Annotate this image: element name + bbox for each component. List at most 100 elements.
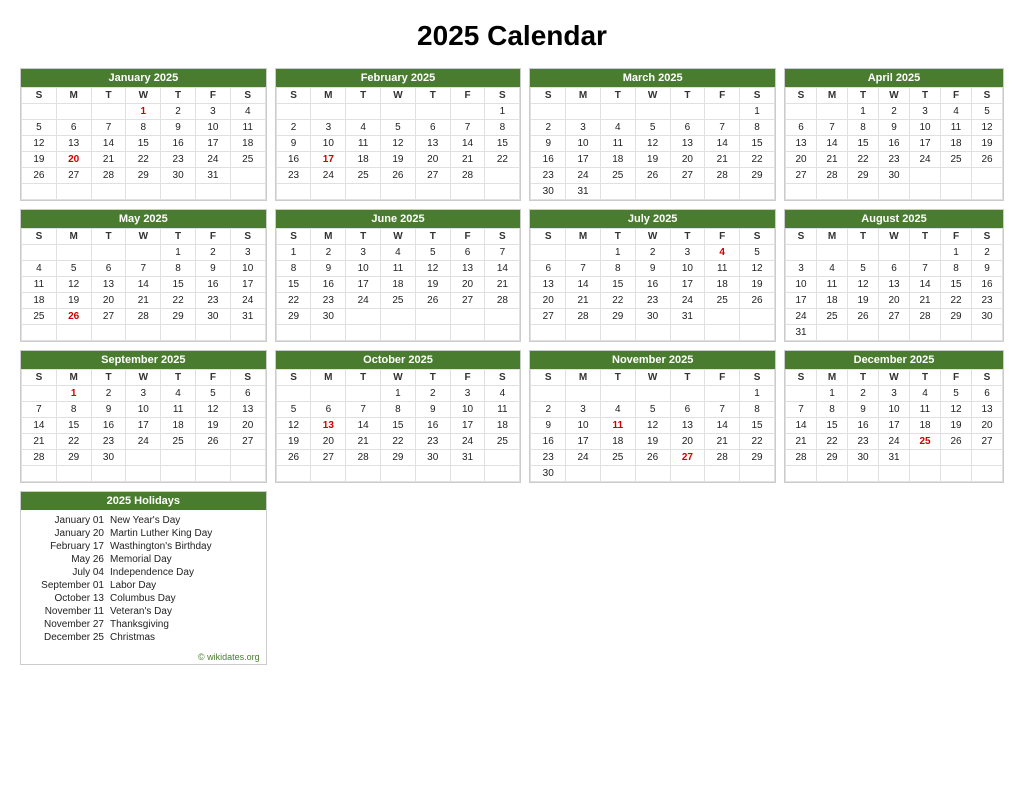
cal-cell: 2 (972, 245, 1003, 261)
cal-cell: 21 (786, 434, 817, 450)
cal-cell: 23 (195, 293, 230, 309)
cal-cell: 15 (126, 136, 161, 152)
cal-cell: 13 (311, 418, 346, 434)
cal-cell (972, 325, 1003, 341)
calendar-month: November 2025SMTWTFS12345678910111213141… (529, 350, 776, 483)
cal-cell: 20 (450, 277, 485, 293)
cal-cell (161, 450, 196, 466)
cal-cell: 4 (705, 245, 740, 261)
cal-cell (941, 450, 972, 466)
cal-cell: 2 (161, 104, 196, 120)
cal-cell: 15 (485, 136, 520, 152)
cal-cell (276, 386, 311, 402)
day-header: M (56, 370, 91, 386)
cal-cell: 7 (786, 402, 817, 418)
cal-cell: 16 (276, 152, 311, 168)
cal-cell: 15 (740, 136, 775, 152)
footer-credit: © wikidates.org (21, 648, 266, 664)
holiday-item: January 01New Year's Day (29, 514, 258, 527)
cal-cell (22, 325, 57, 341)
day-header: M (311, 370, 346, 386)
cal-cell (485, 325, 520, 341)
cal-cell: 15 (381, 418, 416, 434)
cal-cell: 22 (381, 434, 416, 450)
cal-cell: 7 (346, 402, 381, 418)
day-header: S (972, 370, 1003, 386)
cal-cell: 29 (161, 309, 196, 325)
day-header: W (381, 370, 416, 386)
cal-cell: 20 (230, 418, 265, 434)
cal-cell (450, 104, 485, 120)
cal-cell: 8 (56, 402, 91, 418)
cal-cell: 11 (22, 277, 57, 293)
holiday-item: January 20Martin Luther King Day (29, 527, 258, 540)
cal-table: SMTWTFS123456789101112131415161718192021… (276, 369, 521, 482)
cal-cell (346, 466, 381, 482)
cal-cell: 14 (22, 418, 57, 434)
cal-cell: 17 (230, 277, 265, 293)
cal-cell: 25 (817, 309, 848, 325)
cal-cell (276, 466, 311, 482)
cal-cell: 21 (566, 293, 601, 309)
cal-cell: 3 (786, 261, 817, 277)
day-header: W (381, 229, 416, 245)
day-header: S (786, 229, 817, 245)
cal-cell: 15 (161, 277, 196, 293)
day-header: F (450, 88, 485, 104)
month-header: November 2025 (530, 351, 775, 369)
cal-cell (817, 466, 848, 482)
holiday-name: Independence Day (110, 567, 194, 578)
cal-cell: 10 (195, 120, 230, 136)
cal-cell: 19 (195, 418, 230, 434)
cal-cell: 17 (311, 152, 346, 168)
cal-cell: 6 (415, 120, 450, 136)
calendar-month: June 2025SMTWTFS123456789101112131415161… (275, 209, 522, 342)
cal-cell: 9 (635, 261, 670, 277)
cal-cell: 1 (161, 245, 196, 261)
cal-cell: 14 (705, 418, 740, 434)
day-header: W (126, 88, 161, 104)
cal-cell: 25 (600, 450, 635, 466)
cal-cell: 6 (91, 261, 126, 277)
cal-cell: 26 (56, 309, 91, 325)
cal-cell: 8 (276, 261, 311, 277)
cal-cell: 1 (740, 386, 775, 402)
cal-cell: 24 (195, 152, 230, 168)
cal-cell: 21 (91, 152, 126, 168)
cal-cell: 29 (56, 450, 91, 466)
cal-cell: 27 (91, 309, 126, 325)
cal-cell: 2 (311, 245, 346, 261)
cal-cell: 13 (972, 402, 1003, 418)
cal-cell (485, 450, 520, 466)
cal-cell: 29 (126, 168, 161, 184)
cal-cell: 13 (91, 277, 126, 293)
holiday-date: July 04 (29, 567, 104, 578)
cal-cell: 14 (817, 136, 848, 152)
cal-cell: 13 (415, 136, 450, 152)
cal-cell: 22 (600, 293, 635, 309)
cal-cell: 17 (346, 277, 381, 293)
cal-cell (786, 386, 817, 402)
cal-cell: 29 (941, 309, 972, 325)
cal-cell: 29 (381, 450, 416, 466)
cal-cell: 4 (230, 104, 265, 120)
cal-cell: 24 (566, 168, 601, 184)
cal-cell: 22 (817, 434, 848, 450)
cal-cell (91, 466, 126, 482)
cal-cell: 28 (22, 450, 57, 466)
cal-cell: 17 (126, 418, 161, 434)
day-header: T (161, 229, 196, 245)
cal-cell: 15 (817, 418, 848, 434)
cal-cell: 25 (230, 152, 265, 168)
cal-cell: 28 (910, 309, 941, 325)
cal-cell: 5 (635, 402, 670, 418)
holiday-name: Martin Luther King Day (110, 528, 212, 539)
cal-cell: 30 (91, 450, 126, 466)
cal-cell: 7 (566, 261, 601, 277)
cal-cell: 26 (972, 152, 1003, 168)
cal-cell: 18 (346, 152, 381, 168)
cal-cell (126, 466, 161, 482)
cal-cell (600, 104, 635, 120)
cal-cell: 19 (972, 136, 1003, 152)
day-header: F (941, 88, 972, 104)
